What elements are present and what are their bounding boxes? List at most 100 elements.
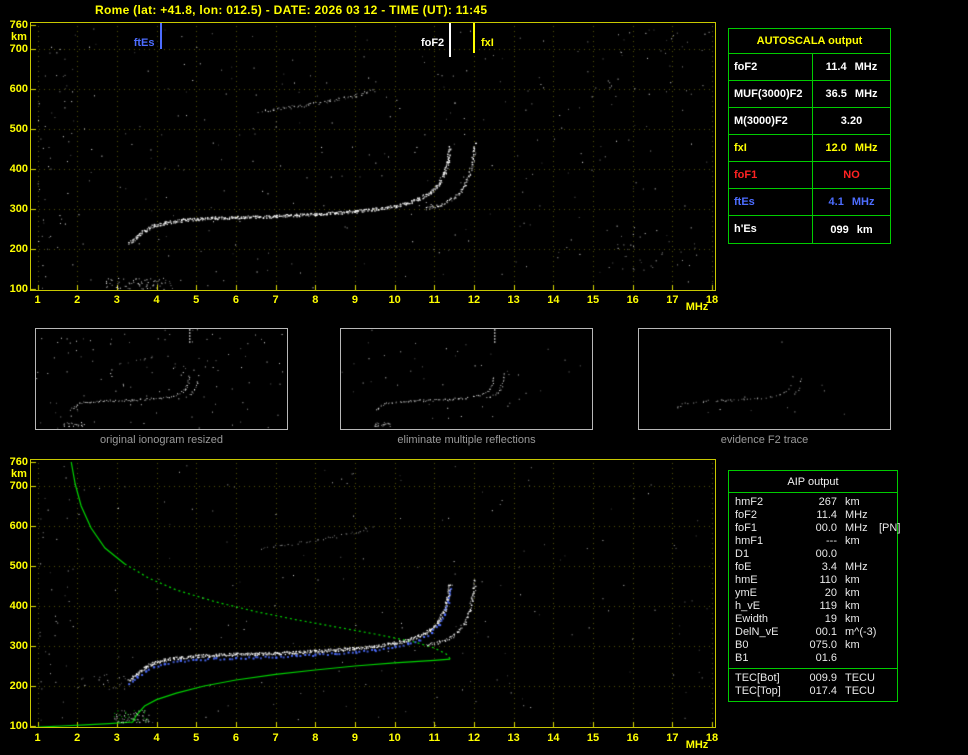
top-x-tick-6: 6: [232, 294, 239, 306]
autoscala-row-M(3000)F2: M(3000)F2 3.20: [729, 108, 890, 135]
bottom-x-tick-5: 5: [193, 732, 200, 744]
aip-row-B1: B1 01.6: [729, 652, 897, 665]
aip-param: TEC[Bot]: [735, 672, 780, 684]
aip-note: [879, 561, 897, 574]
aip-row-Ewidth: Ewidth 19 km: [729, 613, 897, 626]
aip-row-hmE: hmE 110 km: [729, 574, 897, 587]
aip-note: [PN]: [879, 522, 901, 534]
aip-unit: MHz: [845, 509, 868, 521]
top-x-tick-2: 2: [74, 294, 81, 306]
autoscala-row-foF1: foF1 NO: [729, 162, 890, 189]
top-x-tick-14: 14: [547, 294, 560, 306]
top-x-tick-17: 17: [666, 294, 679, 306]
top-x-tick-4: 4: [153, 294, 160, 306]
aip-row-B0: B0 075.0 km: [729, 639, 897, 652]
bottom-x-tick-9: 9: [351, 732, 358, 744]
autoscala-param-label: foF2: [729, 54, 813, 80]
autoscala-row-h'Es: h'Es 099 km: [729, 216, 890, 243]
aip-note: [879, 535, 897, 548]
bottom-x-tick-3: 3: [113, 732, 120, 744]
aip-value: 267: [818, 496, 837, 508]
bottom-x-tick-6: 6: [232, 732, 239, 744]
aip-value: ---: [826, 535, 837, 547]
aip-param: ymE: [735, 587, 757, 599]
aip-note: [879, 626, 897, 639]
aip-row-foF2: foF2 11.4 MHz: [729, 509, 897, 522]
bottom-y-unit-label: km: [11, 468, 27, 480]
bottom-x-tick-4: 4: [153, 732, 160, 744]
top-x-tick-11: 11: [428, 294, 441, 306]
marker-label-ftEs: ftEs: [133, 37, 155, 49]
aip-param: h_vE: [735, 600, 761, 612]
thumbnail-caption-eliminate: eliminate multiple reflections: [397, 434, 536, 446]
aip-unit: [839, 652, 879, 665]
aip-row-foF1: foF1 00.0 MHz [PN]: [729, 522, 900, 535]
aip-param: B0: [735, 639, 749, 651]
aip-unit: km: [845, 587, 860, 599]
aip-value: 00.0: [815, 548, 837, 560]
top-x-tick-15: 15: [586, 294, 600, 306]
bottom-x-tick-14: 14: [547, 732, 560, 744]
top-y-tick-700: 700: [9, 43, 28, 55]
bottom-y-tick-300: 300: [9, 640, 28, 652]
aip-param: B1: [735, 652, 749, 664]
bottom-y-tick-500: 500: [9, 560, 28, 572]
top-y-tick-100: 100: [9, 283, 28, 295]
top-x-tick-8: 8: [312, 294, 319, 306]
station-title: Rome (lat: +41.8, lon: 012.5) - DATE: 20…: [95, 3, 488, 17]
bottom-x-tick-17: 17: [666, 732, 679, 744]
autoscala-param-value: 099 km: [830, 223, 873, 236]
top-x-tick-1: 1: [34, 294, 41, 306]
top-y-tick-760: 760: [9, 19, 28, 31]
autoscala-row-ftEs: ftEs 4.1 MHz: [729, 189, 890, 216]
autoscala-param-value: NO: [843, 169, 860, 181]
aip-value: 00.0: [815, 522, 837, 534]
aip-note: [879, 685, 897, 698]
aip-param: DelN_vE: [735, 626, 779, 638]
aip-param: Ewidth: [735, 613, 769, 625]
autoscala-param-label: ftEs: [729, 189, 813, 215]
autoscala-param-label: MUF(3000)F2: [729, 81, 813, 107]
bottom-x-tick-2: 2: [74, 732, 81, 744]
aip-note: [879, 613, 897, 626]
aip-unit: MHz: [845, 561, 868, 573]
ionogram-canvas: [31, 23, 715, 290]
aip-row-TEC[Top]: TEC[Top] 017.4 TECU: [729, 685, 897, 698]
aip-note: [879, 587, 897, 600]
bottom-x-tick-12: 12: [467, 732, 481, 744]
top-x-tick-7: 7: [272, 294, 279, 306]
aip-param: foF2: [735, 509, 758, 521]
aip-row-h_vE: h_vE 119 km: [729, 600, 897, 613]
top-x-tick-13: 13: [507, 294, 520, 306]
aip-param: D1: [735, 548, 750, 560]
aip-param: foE: [735, 561, 752, 573]
aip-unit: TECU: [845, 685, 875, 697]
thumbnail-eliminate-canvas: [341, 329, 592, 429]
bottom-x-tick-8: 8: [312, 732, 319, 744]
aip-value: 075.0: [809, 639, 837, 651]
autoscala-row-foF2: foF2 11.4 MHz: [729, 54, 890, 81]
aip-value: 00.1: [815, 626, 837, 638]
autoscala-param-value: 11.4 MHz: [825, 61, 878, 73]
bottom-y-tick-100: 100: [9, 720, 28, 732]
aip-row-TEC[Bot]: TEC[Bot] 009.9 TECU: [729, 672, 897, 685]
aip-unit: km: [845, 613, 860, 625]
aip-unit: [839, 548, 879, 561]
top-x-tick-3: 3: [113, 294, 120, 306]
aip-value: 20: [824, 587, 837, 599]
bottom-x-tick-16: 16: [626, 732, 639, 744]
bottom-x-tick-15: 15: [586, 732, 600, 744]
aip-note: [879, 574, 897, 587]
bottom-y-tick-600: 600: [9, 520, 28, 532]
profile-plot: [30, 459, 716, 728]
top-y-tick-600: 600: [9, 83, 28, 95]
aip-value: 01.6: [815, 652, 837, 664]
autoscala-param-label: M(3000)F2: [729, 108, 813, 134]
aip-unit: km: [845, 496, 860, 508]
aip-note: [879, 548, 897, 561]
aip-param: hmE: [735, 574, 758, 586]
aip-table-title: AIP output: [729, 471, 897, 493]
aip-param: hmF2: [735, 496, 764, 508]
top-y-tick-200: 200: [9, 243, 28, 255]
aip-param: hmF1: [735, 535, 764, 547]
